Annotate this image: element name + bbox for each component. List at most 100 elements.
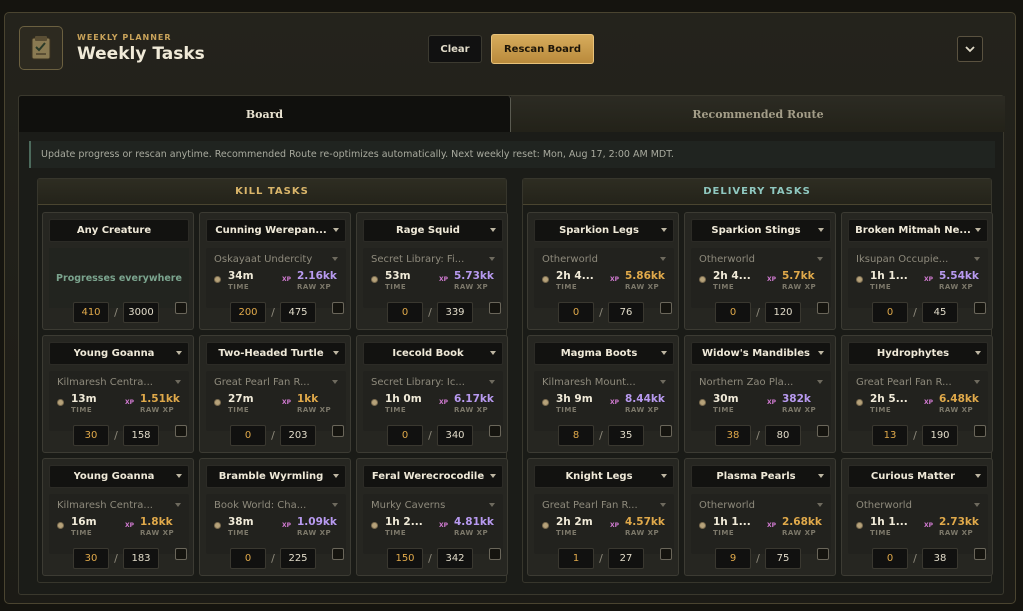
raw-xp-label: RAW XP — [782, 406, 817, 414]
progress-current-input[interactable]: 150 — [387, 548, 423, 569]
location-select[interactable]: Kilmaresh Centra... 13m TIME XP 1.51kk RAW XP — [49, 371, 189, 431]
location-select[interactable]: Otherworld 2h 4... TIME XP 5.86kk RAW XP — [534, 248, 674, 308]
complete-checkbox[interactable] — [489, 548, 501, 560]
progress-current-input[interactable]: 9 — [715, 548, 751, 569]
progress-total-input[interactable]: 76 — [608, 302, 644, 323]
complete-checkbox[interactable] — [974, 548, 986, 560]
complete-checkbox[interactable] — [332, 302, 344, 314]
location-select[interactable]: Otherworld 2h 4... TIME XP 5.7kk RAW XP — [691, 248, 831, 308]
progress-total-input[interactable]: 340 — [437, 425, 473, 446]
location-select[interactable]: Murky Caverns 1h 2... TIME XP 4.81kk RAW XP — [363, 494, 503, 554]
task-select[interactable]: Any Creature — [49, 219, 189, 242]
progress-total-input[interactable]: 38 — [922, 548, 958, 569]
progress-current-input[interactable]: 0 — [558, 302, 594, 323]
progress-total-input[interactable]: 183 — [123, 548, 159, 569]
progress-current-input[interactable]: 1 — [558, 548, 594, 569]
progress-current-input[interactable]: 0 — [387, 425, 423, 446]
progress-total-input[interactable]: 339 — [437, 302, 473, 323]
progress-current-input[interactable]: 0 — [872, 302, 908, 323]
progress-current-input[interactable]: 0 — [230, 548, 266, 569]
task-select[interactable]: Two-Headed Turtle — [206, 342, 346, 365]
progress-current-input[interactable]: 0 — [715, 302, 751, 323]
task-select[interactable]: Plasma Pearls — [691, 465, 831, 488]
complete-checkbox[interactable] — [175, 425, 187, 437]
progress-current-input[interactable]: 0 — [230, 425, 266, 446]
progress-separator: / — [114, 429, 118, 442]
complete-checkbox[interactable] — [332, 548, 344, 560]
progress-total-input[interactable]: 3000 — [123, 302, 159, 323]
task-select[interactable]: Broken Mitmah Ne... — [848, 219, 988, 242]
location-name: Otherworld — [699, 254, 755, 265]
tab-board[interactable]: Board — [19, 96, 511, 132]
tab-recommended-route[interactable]: Recommended Route — [511, 96, 1005, 132]
progress-current-input[interactable]: 13 — [872, 425, 908, 446]
progress-total-input[interactable]: 190 — [922, 425, 958, 446]
location-select[interactable]: Secret Library: Ic... 1h 0m TIME XP 6.17kk RA… — [363, 371, 503, 431]
task-select[interactable]: Sparkion Stings — [691, 219, 831, 242]
progress-current-input[interactable]: 30 — [73, 548, 109, 569]
task-select[interactable]: Curious Matter — [848, 465, 988, 488]
complete-checkbox[interactable] — [660, 302, 672, 314]
progress-current-input[interactable]: 30 — [73, 425, 109, 446]
progress-total-input[interactable]: 203 — [280, 425, 316, 446]
location-select[interactable]: Otherworld 1h 1... TIME XP 2.68kk RAW XP — [691, 494, 831, 554]
task-select[interactable]: Young Goanna — [49, 342, 189, 365]
location-select[interactable]: Northern Zao Pla... 30m TIME XP 382k RAW XP — [691, 371, 831, 431]
complete-checkbox[interactable] — [175, 302, 187, 314]
location-select[interactable]: Great Pearl Fan R... 27m TIME XP 1kk RAW XP — [206, 371, 346, 431]
progress-total-input[interactable]: 120 — [765, 302, 801, 323]
task-select[interactable]: Rage Squid — [363, 219, 503, 242]
task-select[interactable]: Widow's Mandibles — [691, 342, 831, 365]
location-select[interactable]: Iksupan Occupie... 1h 1... TIME XP 5.54kk RAW… — [848, 248, 988, 308]
task-select[interactable]: Knight Legs — [534, 465, 674, 488]
chevron-down-icon — [661, 351, 667, 355]
location-select[interactable]: Kilmaresh Centra... 16m TIME XP 1.8kk RAW XP — [49, 494, 189, 554]
complete-checkbox[interactable] — [974, 425, 986, 437]
task-select[interactable]: Bramble Wyrmling — [206, 465, 346, 488]
location-select[interactable]: Oskayaat Undercity 34m TIME XP 2.16kk RAW XP — [206, 248, 346, 308]
progress-total-input[interactable]: 158 — [123, 425, 159, 446]
location-select[interactable]: Great Pearl Fan R... 2h 2m TIME XP 4.57kk RAW… — [534, 494, 674, 554]
location-select[interactable]: Kilmaresh Mount... 3h 9m TIME XP 8.44kk RAW X… — [534, 371, 674, 431]
task-select[interactable]: Hydrophytes — [848, 342, 988, 365]
location-select[interactable]: Book World: Cha... 38m TIME XP 1.09kk RAW XP — [206, 494, 346, 554]
task-select[interactable]: Magma Boots — [534, 342, 674, 365]
task-select[interactable]: Cunning Werepan... — [206, 219, 346, 242]
progress-total-input[interactable]: 225 — [280, 548, 316, 569]
progress-current-input[interactable]: 410 — [73, 302, 109, 323]
complete-checkbox[interactable] — [332, 425, 344, 437]
progress-total-input[interactable]: 475 — [280, 302, 316, 323]
complete-checkbox[interactable] — [489, 302, 501, 314]
location-name: Otherworld — [542, 254, 598, 265]
progress-total-input[interactable]: 45 — [922, 302, 958, 323]
progress-current-input[interactable]: 8 — [558, 425, 594, 446]
location-select[interactable]: Secret Library: Fi... 53m TIME XP 5.73kk RAW … — [363, 248, 503, 308]
complete-checkbox[interactable] — [974, 302, 986, 314]
location-select[interactable]: Great Pearl Fan R... 2h 5... TIME XP 6.48kk R… — [848, 371, 988, 431]
progress-current-input[interactable]: 200 — [230, 302, 266, 323]
complete-checkbox[interactable] — [817, 302, 829, 314]
rescan-board-button[interactable]: Rescan Board — [491, 34, 594, 64]
progress-total-input[interactable]: 35 — [608, 425, 644, 446]
complete-checkbox[interactable] — [660, 548, 672, 560]
clear-button[interactable]: Clear — [428, 35, 482, 63]
task-select[interactable]: Young Goanna — [49, 465, 189, 488]
complete-checkbox[interactable] — [175, 548, 187, 560]
location-select[interactable]: Otherworld 1h 1... TIME XP 2.73kk RAW XP — [848, 494, 988, 554]
task-select[interactable]: Feral Werecrocodile — [363, 465, 503, 488]
progress-current-input[interactable]: 0 — [387, 302, 423, 323]
progress-separator: / — [913, 552, 917, 565]
progress-total-input[interactable]: 75 — [765, 548, 801, 569]
progress-total-input[interactable]: 342 — [437, 548, 473, 569]
progress-current-input[interactable]: 0 — [872, 548, 908, 569]
progress-current-input[interactable]: 38 — [715, 425, 751, 446]
collapse-button[interactable] — [957, 36, 983, 62]
complete-checkbox[interactable] — [660, 425, 672, 437]
task-select[interactable]: Icecold Book — [363, 342, 503, 365]
complete-checkbox[interactable] — [489, 425, 501, 437]
complete-checkbox[interactable] — [817, 548, 829, 560]
task-select[interactable]: Sparkion Legs — [534, 219, 674, 242]
complete-checkbox[interactable] — [817, 425, 829, 437]
progress-total-input[interactable]: 80 — [765, 425, 801, 446]
progress-total-input[interactable]: 27 — [608, 548, 644, 569]
